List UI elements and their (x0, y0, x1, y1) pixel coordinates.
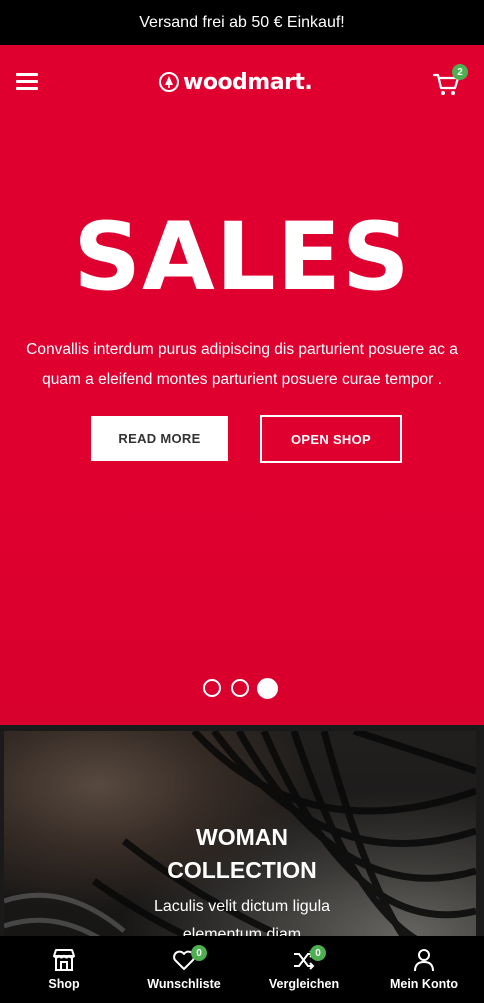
slider-dot-3[interactable] (257, 678, 278, 699)
nav-wishlist-label: Wunschliste (147, 977, 221, 991)
read-more-button[interactable]: READ MORE (91, 416, 228, 461)
bottom-navigation: Shop Wunschliste 0 Vergleichen 0 Mein Ko… (0, 936, 484, 1003)
collection-title: WOMAN COLLECTION (167, 824, 317, 883)
tree-logo-icon (159, 72, 179, 92)
wishlist-count-badge: 0 (191, 945, 207, 961)
nav-wishlist[interactable]: Wunschliste (129, 936, 239, 1003)
nav-account[interactable]: Mein Konto (369, 936, 479, 1003)
nav-compare[interactable]: Vergleichen (249, 936, 359, 1003)
menu-button[interactable] (14, 69, 40, 95)
store-icon (53, 949, 75, 971)
compare-count-badge: 0 (310, 945, 326, 961)
user-icon (414, 949, 434, 972)
slider-dot-1[interactable] (203, 679, 221, 697)
hero-headline: SALES (73, 203, 411, 312)
nav-compare-label: Vergleichen (268, 977, 340, 991)
nav-shop[interactable]: Shop (9, 936, 119, 1003)
announcement-text: Versand frei ab 50 € Einkauf! (139, 13, 345, 31)
hero-description: Convallis interdum purus adipiscing dis … (26, 341, 458, 388)
hero-slider: woodmart. 2 SALES Convallis interdum pur… (0, 45, 484, 725)
logo-text: woodmart. (183, 69, 313, 95)
open-shop-button[interactable]: OPEN SHOP (260, 415, 402, 463)
cart-count-badge: 2 (452, 64, 468, 80)
nav-shop-label: Shop (48, 977, 80, 991)
slider-dot-2[interactable] (231, 679, 249, 697)
announcement-bar: Versand frei ab 50 € Einkauf! (0, 0, 484, 45)
site-header: woodmart. 2 (0, 45, 484, 119)
site-logo[interactable]: woodmart. (158, 65, 313, 99)
nav-account-label: Mein Konto (389, 977, 459, 991)
